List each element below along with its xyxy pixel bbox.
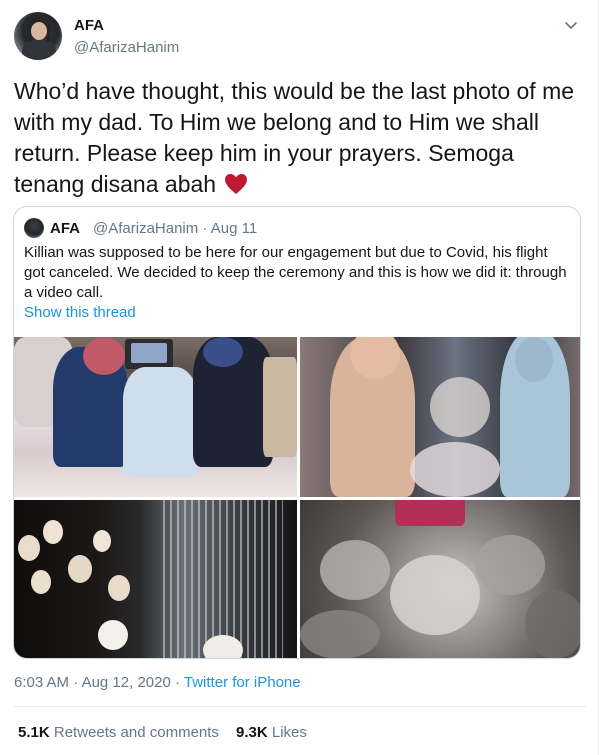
quoted-tweet-text: Killian was supposed to be here for our … <box>24 244 567 301</box>
quoted-date: Aug 11 <box>210 220 258 237</box>
tweet-date[interactable]: Aug 12, 2020 <box>82 674 171 691</box>
quoted-avatar <box>24 218 44 238</box>
divider <box>14 706 586 707</box>
show-thread-link[interactable]: Show this thread <box>24 304 136 321</box>
red-heart-icon <box>225 174 248 194</box>
author-handle[interactable]: @AfarizaHanim <box>74 39 179 56</box>
photo-engagement-couch[interactable] <box>14 337 297 497</box>
quoted-author-meta: @AfarizaHanim · Aug 11 <box>93 220 257 237</box>
tweet-source-link[interactable]: Twitter for iPhone <box>184 674 301 691</box>
photo-silver-ring-box[interactable] <box>300 500 580 658</box>
tweet: AFA @AfarizaHanim Who’d have thought, th… <box>0 0 599 755</box>
retweets-stat[interactable]: 5.1K Retweets and comments <box>18 724 219 741</box>
tweet-meta: 6:03 AM · Aug 12, 2020 · Twitter for iPh… <box>14 674 301 691</box>
quoted-separator: · <box>202 220 208 237</box>
avatar[interactable] <box>14 12 62 60</box>
tweet-header: AFA @AfarizaHanim <box>14 12 584 62</box>
retweets-count: 5.1K <box>18 724 50 741</box>
quoted-author-name: AFA <box>50 220 80 237</box>
meta-separator: · <box>73 674 79 691</box>
author-name[interactable]: AFA <box>74 17 104 34</box>
likes-stat[interactable]: 9.3K Likes <box>236 724 307 741</box>
photo-flower-curtain[interactable] <box>14 500 297 658</box>
retweets-label: Retweets and comments <box>53 724 219 741</box>
chevron-down-icon[interactable] <box>562 16 580 34</box>
photo-ring-exchange[interactable] <box>300 337 580 497</box>
meta-separator-2: · <box>174 674 180 691</box>
photo-grid <box>14 337 580 658</box>
quoted-author-handle: @AfarizaHanim <box>93 220 199 237</box>
tweet-body: Who’d have thought, this would be the la… <box>14 78 575 197</box>
tweet-time[interactable]: 6:03 AM <box>14 674 69 691</box>
likes-label: Likes <box>271 724 307 741</box>
likes-count: 9.3K <box>236 724 268 741</box>
tweet-text: Who’d have thought, this would be the la… <box>14 76 586 200</box>
quoted-tweet[interactable]: AFA @AfarizaHanim · Aug 11 Killian was s… <box>13 206 581 659</box>
